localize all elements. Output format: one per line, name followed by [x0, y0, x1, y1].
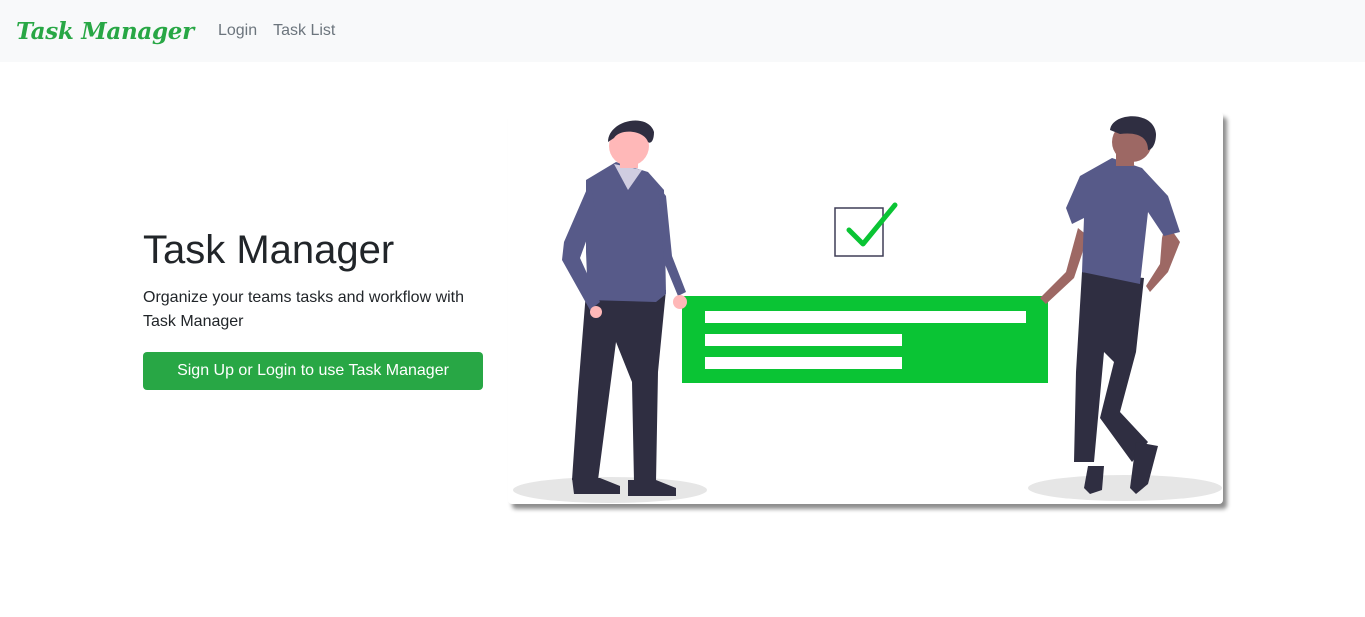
right-person-figure	[1040, 116, 1180, 494]
hero-section: Task Manager Organize your teams tasks a…	[143, 226, 488, 390]
nav-link-task-list[interactable]: Task List	[265, 14, 343, 48]
checkbox-check-icon	[834, 202, 898, 257]
right-ground-shadow	[1028, 475, 1222, 501]
hero-illustration	[508, 112, 1223, 504]
brand-logo[interactable]: Task Manager	[16, 18, 194, 45]
signup-login-button[interactable]: Sign Up or Login to use Task Manager	[143, 352, 483, 390]
hero-title: Task Manager	[143, 228, 395, 272]
people-with-task-board-illustration	[513, 116, 1222, 503]
nav-link-login[interactable]: Login	[210, 14, 265, 48]
top-navbar: Task Manager Login Task List	[0, 0, 1365, 62]
left-person-figure	[562, 120, 687, 496]
hero-subtitle: Organize your teams tasks and workflow w…	[143, 289, 465, 330]
document-lines-icon	[682, 296, 1048, 383]
